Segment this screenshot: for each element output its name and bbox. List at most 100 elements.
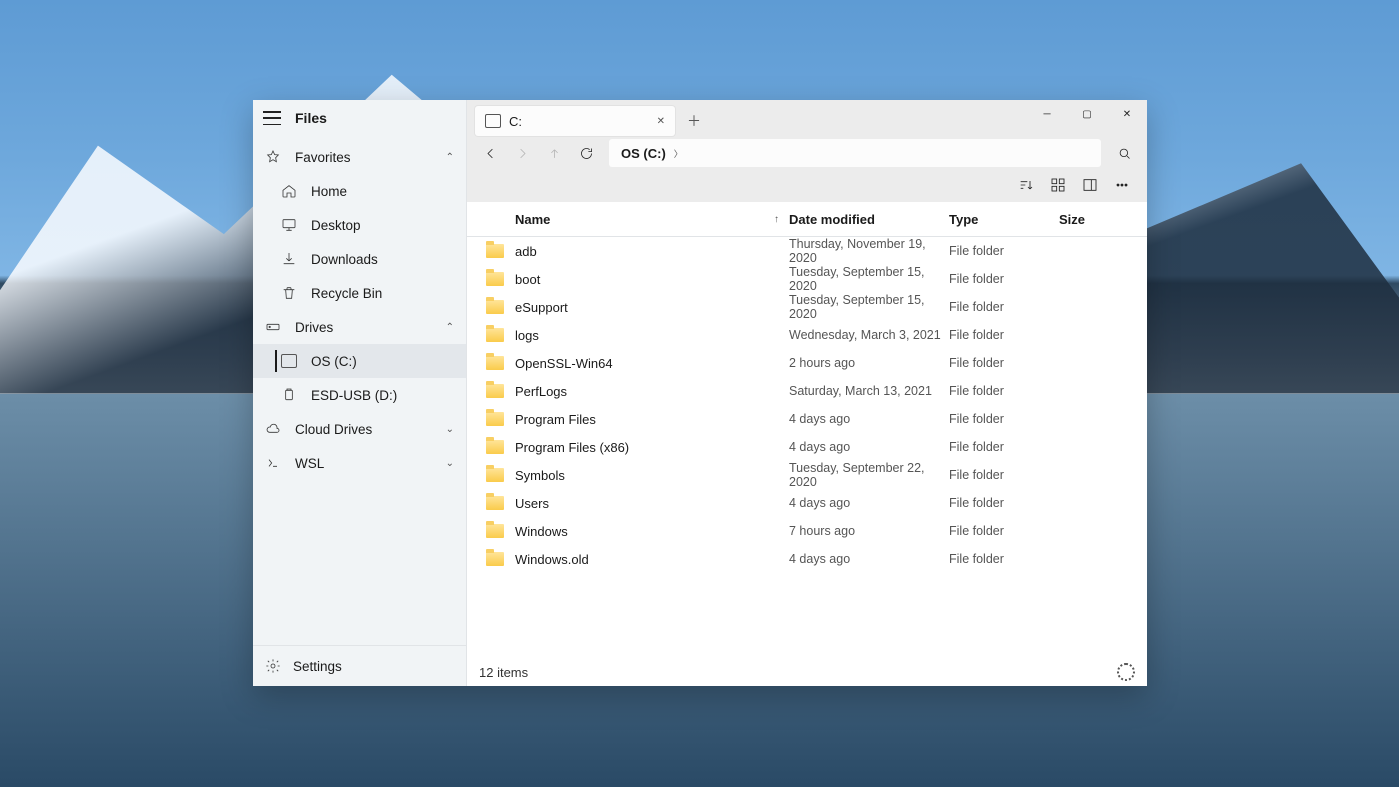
sidebar-item-drive-d[interactable]: ESD-USB (D:) bbox=[253, 378, 466, 412]
sort-options-button[interactable] bbox=[1011, 170, 1041, 200]
sidebar-section-drives[interactable]: Drives ⌃ bbox=[253, 310, 466, 344]
column-header-size[interactable]: Size bbox=[1059, 212, 1139, 227]
file-date: Tuesday, September 15, 2020 bbox=[789, 293, 949, 321]
column-headers: Name ↑ Date modified Type Size bbox=[467, 202, 1147, 237]
sidebar-nav: Favorites ⌃ Home Desktop bbox=[253, 136, 466, 645]
sidebar-settings[interactable]: Settings bbox=[253, 645, 466, 686]
tabs: C: ✕ ＋ bbox=[467, 100, 1027, 136]
table-row[interactable]: Windows.old 4 days ago File folder bbox=[467, 545, 1147, 573]
sidebar-item-downloads[interactable]: Downloads bbox=[253, 242, 466, 276]
disk-icon bbox=[281, 353, 297, 369]
home-icon bbox=[281, 183, 297, 199]
table-row[interactable]: boot Tuesday, September 15, 2020 File fo… bbox=[467, 265, 1147, 293]
table-row[interactable]: Program Files 4 days ago File folder bbox=[467, 405, 1147, 433]
table-row[interactable]: Users 4 days ago File folder bbox=[467, 489, 1147, 517]
file-name: Program Files bbox=[515, 412, 789, 427]
more-options-button[interactable] bbox=[1107, 170, 1137, 200]
desktop-icon bbox=[281, 217, 297, 233]
maximize-button[interactable]: ▢ bbox=[1067, 100, 1107, 128]
sidebar-item-recyclebin[interactable]: Recycle Bin bbox=[253, 276, 466, 310]
table-row[interactable]: PerfLogs Saturday, March 13, 2021 File f… bbox=[467, 377, 1147, 405]
sidebar-item-label: ESD-USB (D:) bbox=[311, 388, 397, 403]
sidebar-section-cloud[interactable]: Cloud Drives ⌄ bbox=[253, 412, 466, 446]
refresh-button[interactable] bbox=[571, 138, 601, 168]
sidebar-section-favorites[interactable]: Favorites ⌃ bbox=[253, 140, 466, 174]
chevron-up-icon: ⌃ bbox=[446, 152, 454, 163]
file-date: Thursday, November 19, 2020 bbox=[789, 237, 949, 265]
file-type: File folder bbox=[949, 552, 1059, 566]
file-date: Wednesday, March 3, 2021 bbox=[789, 328, 949, 342]
sidebar-item-label: Downloads bbox=[311, 252, 378, 267]
minimize-button[interactable]: ─ bbox=[1027, 100, 1067, 128]
table-row[interactable]: logs Wednesday, March 3, 2021 File folde… bbox=[467, 321, 1147, 349]
sidebar: Files Favorites ⌃ Home bbox=[253, 100, 467, 686]
hamburger-menu-icon[interactable] bbox=[263, 111, 281, 125]
breadcrumb[interactable]: OS (C:) 〉 bbox=[609, 139, 1101, 167]
new-tab-button[interactable]: ＋ bbox=[681, 108, 707, 134]
column-header-date[interactable]: Date modified bbox=[789, 212, 949, 227]
file-name: OpenSSL-Win64 bbox=[515, 356, 789, 371]
tab-label: C: bbox=[509, 114, 522, 129]
folder-icon bbox=[475, 244, 515, 258]
sidebar-item-label: Desktop bbox=[311, 218, 361, 233]
search-button[interactable] bbox=[1109, 138, 1139, 168]
file-date: Tuesday, September 15, 2020 bbox=[789, 265, 949, 293]
terminal-icon bbox=[265, 455, 281, 471]
file-type: File folder bbox=[949, 300, 1059, 314]
forward-button[interactable] bbox=[507, 138, 537, 168]
sidebar-item-drive-c[interactable]: OS (C:) bbox=[253, 344, 466, 378]
app-header: Files bbox=[253, 100, 466, 136]
folder-icon bbox=[475, 468, 515, 482]
table-row[interactable]: eSupport Tuesday, September 15, 2020 Fil… bbox=[467, 293, 1147, 321]
sidebar-item-desktop[interactable]: Desktop bbox=[253, 208, 466, 242]
file-date: Saturday, March 13, 2021 bbox=[789, 384, 949, 398]
folder-icon bbox=[475, 496, 515, 510]
folder-icon bbox=[475, 524, 515, 538]
close-window-button[interactable]: ✕ bbox=[1107, 100, 1147, 128]
files-app-window: Files Favorites ⌃ Home bbox=[253, 100, 1147, 686]
viewbar bbox=[467, 170, 1147, 202]
up-button[interactable] bbox=[539, 138, 569, 168]
folder-icon bbox=[475, 272, 515, 286]
table-row[interactable]: Symbols Tuesday, September 22, 2020 File… bbox=[467, 461, 1147, 489]
file-date: 4 days ago bbox=[789, 412, 949, 426]
breadcrumb-segment: OS (C:) bbox=[621, 146, 666, 161]
file-type: File folder bbox=[949, 496, 1059, 510]
sidebar-item-home[interactable]: Home bbox=[253, 174, 466, 208]
table-row[interactable]: Windows 7 hours ago File folder bbox=[467, 517, 1147, 545]
file-date: Tuesday, September 22, 2020 bbox=[789, 461, 949, 489]
file-type: File folder bbox=[949, 412, 1059, 426]
download-icon bbox=[281, 251, 297, 267]
star-icon bbox=[265, 149, 281, 165]
sidebar-section-wsl[interactable]: WSL ⌄ bbox=[253, 446, 466, 480]
sort-ascending-icon: ↑ bbox=[774, 214, 779, 225]
layout-options-button[interactable] bbox=[1043, 170, 1073, 200]
column-header-name[interactable]: Name ↑ bbox=[515, 212, 789, 227]
file-date: 2 hours ago bbox=[789, 356, 949, 370]
gear-icon bbox=[265, 658, 281, 674]
file-name: Symbols bbox=[515, 468, 789, 483]
file-name: logs bbox=[515, 328, 789, 343]
toolbar: OS (C:) 〉 bbox=[467, 136, 1147, 170]
table-row[interactable]: OpenSSL-Win64 2 hours ago File folder bbox=[467, 349, 1147, 377]
file-type: File folder bbox=[949, 356, 1059, 370]
chevron-down-icon: ⌄ bbox=[446, 424, 454, 435]
file-date: 4 days ago bbox=[789, 440, 949, 454]
preview-pane-button[interactable] bbox=[1075, 170, 1105, 200]
table-row[interactable]: Program Files (x86) 4 days ago File fold… bbox=[467, 433, 1147, 461]
file-name: boot bbox=[515, 272, 789, 287]
sidebar-section-label: Favorites bbox=[295, 150, 351, 165]
folder-icon bbox=[475, 384, 515, 398]
table-row[interactable]: adb Thursday, November 19, 2020 File fol… bbox=[467, 237, 1147, 265]
tab-c-drive[interactable]: C: ✕ bbox=[475, 106, 675, 136]
file-type: File folder bbox=[949, 272, 1059, 286]
close-tab-icon[interactable]: ✕ bbox=[657, 116, 665, 127]
app-title: Files bbox=[295, 110, 327, 126]
column-header-type[interactable]: Type bbox=[949, 212, 1059, 227]
chevron-down-icon: ⌄ bbox=[446, 458, 454, 469]
back-button[interactable] bbox=[475, 138, 505, 168]
file-type: File folder bbox=[949, 524, 1059, 538]
file-name: Users bbox=[515, 496, 789, 511]
file-type: File folder bbox=[949, 440, 1059, 454]
file-name: Windows bbox=[515, 524, 789, 539]
